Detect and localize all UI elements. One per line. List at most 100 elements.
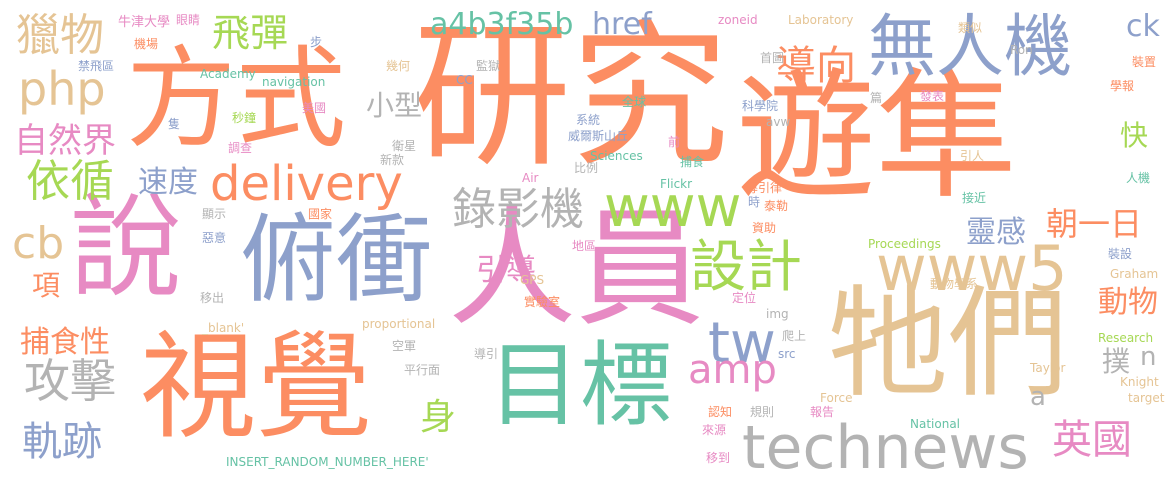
word-feidan: 飛彈 [212, 11, 289, 55]
word-diaocha: 調查 [228, 141, 253, 155]
word-jichang: 機場 [134, 37, 159, 51]
word-yixun: 依循 [26, 156, 114, 207]
word-daoyinlu: 導引律 [746, 181, 783, 195]
word-zhuangshe: 裝設 [1108, 247, 1133, 261]
word-technews: technews [742, 413, 1029, 482]
word-jiejin: 接近 [962, 191, 987, 205]
word-jianyu: 監獄 [476, 59, 501, 73]
word-laboratory: Laboratory [788, 13, 854, 27]
word-shiyanshi: 實驗室 [524, 295, 561, 309]
word-hash: a4b3f35b [430, 7, 574, 42]
word-xianshi: 顯示 [202, 207, 227, 221]
word-miaozhong: 秒鐘 [232, 111, 257, 125]
word-gongji: 攻擊 [24, 354, 116, 408]
word-shoutu: 首圖 [760, 51, 785, 65]
word-research: Research [1098, 331, 1154, 345]
word-dongwuxuexi: 動物學系 [930, 277, 979, 291]
word-zhuangzhi: 裝置 [1132, 55, 1157, 69]
word-proceedings: Proceedings [868, 237, 941, 251]
word-navigation: navigation [262, 75, 326, 89]
word-proportional: proportional [362, 317, 436, 331]
word-yanjing: 眼睛 [176, 13, 201, 27]
word-force: Force [820, 391, 853, 405]
word-bili: 比例 [574, 161, 599, 175]
word-pingxingmian: 平行面 [404, 363, 441, 377]
word-jihe: 幾何 [386, 59, 411, 73]
word-flickr: Flickr [660, 177, 693, 191]
word-luyingji: 錄影機 [452, 184, 584, 235]
word-weiershi: 威爾斯山丘 [568, 129, 629, 143]
word-ron: Ron [1010, 43, 1033, 57]
word-pashang: 爬上 [782, 329, 807, 343]
word-yichu: 移出 [200, 291, 225, 305]
word-cloud: 研究 遊隼 人員 牠們 視覺 方式 目標 說 俯衝 無人機 technews w… [0, 0, 1175, 482]
word-insert-random: INSERT_RANDOM_NUMBER_HERE' [226, 455, 429, 469]
word-n: n [1140, 342, 1157, 372]
word-diqu: 地區 [572, 239, 597, 253]
word-yinren: 引人 [960, 149, 985, 163]
word-weixing: 衛星 [392, 139, 417, 153]
word-qian: 前 [668, 135, 681, 149]
word-guojia: 國家 [308, 207, 333, 221]
word-chaoyiri: 朝一日 [1046, 205, 1143, 243]
word-src: src [778, 347, 796, 361]
word-guiji: 軌跡 [22, 419, 102, 465]
word-fabiao: 發表 [920, 89, 945, 103]
word-renzhi: 認知 [708, 405, 733, 419]
word-air: Air [522, 171, 539, 185]
word-daoyin: 導引 [474, 347, 499, 361]
word-gps: GPS [520, 273, 545, 287]
word-shuo: 說 [70, 183, 182, 313]
word-pian: 篇 [870, 91, 883, 105]
word-href: href [592, 7, 652, 42]
word-xinkuan: 新款 [380, 153, 405, 167]
word-jinfeiqu: 禁飛區 [78, 59, 115, 73]
word-taile: 泰勒 [764, 199, 789, 213]
word-zoneid: zoneid [718, 13, 758, 27]
word-bushixing: 捕食性 [20, 325, 110, 360]
word-niujin: 牛津大學 [118, 15, 171, 30]
word-avw: avw [766, 115, 791, 129]
word-guize: 規則 [750, 405, 775, 419]
word-meiguo: 美國 [302, 101, 327, 115]
word-dongwu: 動物 [1098, 285, 1158, 320]
word-delivery: delivery [210, 156, 403, 212]
word-daoxiang: 導向 [776, 43, 856, 89]
word-fangshi: 方式 [126, 35, 346, 163]
word-leisi: 類似 [958, 21, 983, 35]
word-zizhu: 資助 [752, 221, 777, 235]
word-renji: 人機 [1126, 171, 1151, 185]
word-shi: 時 [748, 195, 761, 209]
word-kexueyuan: 科學院 [742, 99, 779, 113]
word-ziranjie: 自然界 [14, 121, 116, 161]
word-cc: CC [456, 73, 473, 87]
word-xiang: 項 [32, 269, 61, 302]
word-blank: _blank' [202, 321, 245, 335]
word-amp: amp [688, 347, 777, 393]
word-fuchong: 俯衝 [240, 204, 432, 316]
word-kongjun: 空軍 [392, 339, 417, 353]
word-eyi: 惡意 [202, 231, 227, 245]
word-liewu: 獵物 [16, 10, 104, 61]
word-linggan: 靈感 [966, 215, 1026, 250]
word-laiyuan: 來源 [702, 423, 727, 437]
word-yidao: 移到 [706, 451, 731, 465]
word-xuebao: 學報 [1110, 79, 1135, 93]
word-academy: Academy [200, 67, 256, 81]
word-mubiao: 目標 [488, 332, 673, 439]
word-a: a [1030, 382, 1046, 412]
word-yingguo: 英國 [1052, 417, 1132, 463]
word-taylor: Taylor [1030, 361, 1066, 375]
word-target: target [1128, 391, 1165, 405]
word-xiaoxing: 小型 [366, 89, 423, 122]
word-ck: ck [1126, 9, 1160, 44]
word-shijue: 視覺 [140, 320, 372, 455]
word-bushi: 捕食 [680, 155, 705, 169]
word-img: img [766, 307, 789, 321]
word-zhi: 隻 [168, 117, 181, 131]
word-shen: 身 [420, 397, 457, 438]
word-baogao: 報告 [810, 405, 835, 419]
word-national: National [910, 417, 961, 431]
word-quanqiu: 全球 [622, 95, 647, 109]
word-pu: 撲 [1102, 345, 1131, 378]
